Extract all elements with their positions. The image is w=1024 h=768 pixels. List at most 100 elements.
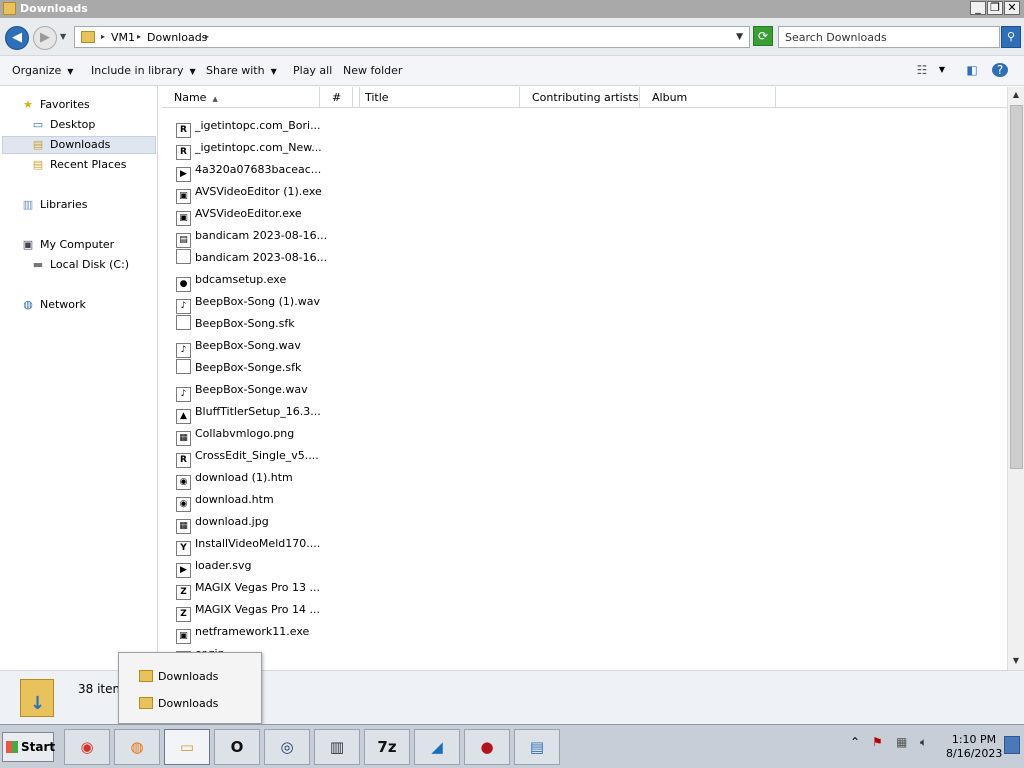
scroll-up-icon[interactable]: ▲: [1008, 87, 1024, 103]
play-all-button[interactable]: Play all: [293, 64, 332, 77]
search-input[interactable]: Search Downloads: [778, 26, 1000, 48]
column-contributing-artists[interactable]: Contributing artists: [520, 87, 640, 108]
refresh-button[interactable]: ⟳: [753, 26, 773, 46]
download-arrow-icon: ↓: [30, 693, 46, 714]
nav-local-disk[interactable]: ▬ Local Disk (C:): [30, 256, 129, 274]
zip-icon: Z: [176, 607, 191, 622]
file-row[interactable]: ♪ BeepBox-Song.wav: [176, 336, 326, 358]
column-album[interactable]: Album: [640, 87, 776, 108]
file-row[interactable]: Z MAGIX Vegas Pro 14 ...: [176, 600, 326, 622]
file-name: MAGIX Vegas Pro 14 ...: [195, 603, 320, 616]
search-icon[interactable]: ⚲: [1001, 26, 1021, 48]
vertical-scrollbar[interactable]: ▲ ▼: [1007, 87, 1024, 670]
popup-window-downloads[interactable]: Downloads: [139, 668, 218, 686]
breadcrumb-vm1[interactable]: VM1: [111, 31, 135, 44]
video-editor-icon[interactable]: ◢: [414, 729, 460, 765]
explorer-icon[interactable]: ▭: [164, 729, 210, 765]
file-row[interactable]: R _igetintopc.com_Bori...: [176, 116, 326, 138]
action-center-icon[interactable]: ⚑: [872, 735, 883, 749]
address-bar: ◀ ▶ ▼ ▸ VM1 ▸ Downloads ▸ ▼ ⟳ Search Dow…: [0, 18, 1024, 56]
forward-button[interactable]: ▶: [33, 26, 57, 50]
share-with-button[interactable]: Share with ▼: [206, 64, 277, 77]
chevron-down-icon[interactable]: ▼: [736, 32, 743, 42]
nav-network[interactable]: ◍ Network: [20, 296, 86, 314]
nav-recent-places[interactable]: ▤ Recent Places: [30, 156, 127, 174]
nav-libraries[interactable]: ▥ Libraries: [20, 196, 88, 214]
file-row[interactable]: bandicam 2023-08-16...: [176, 248, 327, 268]
file-row[interactable]: ♪ BeepBox-Songe.wav: [176, 380, 326, 402]
file-row[interactable]: ▦ Collabvmlogo.png: [176, 424, 326, 446]
disc-icon[interactable]: ◎: [264, 729, 310, 765]
7zip-icon[interactable]: 7z: [364, 729, 410, 765]
rar-icon: R: [176, 123, 191, 138]
back-button[interactable]: ◀: [5, 26, 29, 50]
file-row[interactable]: ♪ BeepBox-Song (1).wav: [176, 292, 326, 314]
nav-downloads[interactable]: ▤ Downloads: [30, 136, 111, 154]
file-name: _igetintopc.com_Bori...: [195, 119, 321, 132]
nav-desktop[interactable]: ▭ Desktop: [30, 116, 96, 134]
start-button[interactable]: Start: [2, 732, 55, 762]
file-row[interactable]: ▤ bandicam 2023-08-16...: [176, 226, 327, 248]
file-row[interactable]: ◉ download (1).htm: [176, 468, 326, 490]
firefox-icon[interactable]: ◍: [114, 729, 160, 765]
file-row[interactable]: ▣ AVSVideoEditor (1).exe: [176, 182, 326, 204]
file-name: CrossEdit_Single_v5....: [195, 449, 319, 462]
popup-window-downloads[interactable]: Downloads: [139, 695, 218, 713]
restore-button[interactable]: ❐: [987, 1, 1003, 15]
preview-pane-icon[interactable]: ◧: [964, 63, 980, 77]
column-name[interactable]: Name ▲: [162, 87, 320, 108]
file-row[interactable]: ▶ 4a320a07683baceac...: [176, 160, 326, 182]
office-icon[interactable]: O: [214, 729, 260, 765]
file-name: BeepBox-Songe.sfk: [195, 361, 302, 374]
close-button[interactable]: ✕: [1004, 1, 1020, 15]
file-row[interactable]: ▦ download.jpg: [176, 512, 326, 534]
file-row[interactable]: R _igetintopc.com_New...: [176, 138, 326, 160]
minimize-button[interactable]: _: [970, 1, 986, 15]
zip-icon: Z: [176, 585, 191, 600]
scroll-down-icon[interactable]: ▼: [1008, 653, 1024, 669]
recent-pages-dropdown[interactable]: ▼: [60, 32, 66, 41]
nav-my-computer[interactable]: ▣ My Computer: [20, 236, 114, 254]
file-row[interactable]: ▣ AVSVideoEditor.exe: [176, 204, 326, 226]
scroll-thumb[interactable]: [1010, 105, 1023, 469]
volume-icon[interactable]: 🔈︎: [920, 735, 927, 750]
file-name: MAGIX Vegas Pro 13 ...: [195, 581, 320, 594]
file-row[interactable]: ▲ BluffTitlerSetup_16.3...: [176, 402, 326, 424]
help-icon[interactable]: ?: [992, 63, 1008, 77]
include-in-library-button[interactable]: Include in library ▼: [91, 64, 196, 77]
installer-icon: ▣: [176, 189, 191, 204]
nav-favorites[interactable]: ★ Favorites: [20, 96, 90, 114]
organize-button[interactable]: Organize ▼: [12, 64, 73, 77]
file-row[interactable]: ▶ loader.svg: [176, 556, 326, 578]
file-row[interactable]: ▣ netframework11.exe: [176, 622, 326, 644]
chevron-right-icon[interactable]: ▸: [137, 32, 141, 41]
file-row[interactable]: R CrossEdit_Single_v5....: [176, 446, 326, 468]
taskbar-thumbnail-popup: Downloads Downloads: [118, 652, 262, 724]
breadcrumb-downloads[interactable]: Downloads: [147, 31, 207, 44]
clock[interactable]: 1:10 PM 8/16/2023: [946, 733, 1002, 761]
bandicam-icon[interactable]: ●: [464, 729, 510, 765]
file-row[interactable]: ◉ download.htm: [176, 490, 326, 512]
chevron-down-icon[interactable]: ▼: [934, 63, 950, 77]
show-desktop-button[interactable]: [1004, 736, 1020, 754]
file-row[interactable]: BeepBox-Songe.sfk: [176, 358, 326, 378]
chevron-right-icon[interactable]: ▸: [101, 32, 105, 41]
column-title[interactable]: Title: [352, 87, 520, 108]
installer-icon: ▣: [176, 211, 191, 226]
command-bar: Organize ▼ Include in library ▼ Share with…: [0, 56, 1024, 86]
chrome-icon[interactable]: ◉: [64, 729, 110, 765]
file-row[interactable]: BeepBox-Song.sfk: [176, 314, 326, 334]
taskbar: Start ◉ ◍ ▭ O ◎ ▥ 7z ◢ ● ▤ ⌃ ⚑ ▦ 🔈︎ 1:10 PM 8/16/…: [0, 724, 1024, 768]
control-panel-icon[interactable]: ▤: [514, 729, 560, 765]
network-tray-icon[interactable]: ▦: [896, 735, 907, 749]
file-name: Collabvmlogo.png: [195, 427, 295, 440]
new-folder-button[interactable]: New folder: [343, 64, 402, 77]
file-row[interactable]: ● bdcamsetup.exe: [176, 270, 326, 292]
film-icon[interactable]: ▥: [314, 729, 360, 765]
view-options-icon[interactable]: ☷: [914, 63, 930, 77]
file-row[interactable]: Y InstallVideoMeld170....: [176, 534, 326, 556]
chevron-right-icon[interactable]: ▸: [205, 32, 209, 41]
show-hidden-icons-icon[interactable]: ⌃: [850, 735, 860, 749]
file-row[interactable]: Z MAGIX Vegas Pro 13 ...: [176, 578, 326, 600]
breadcrumb[interactable]: ▸ VM1 ▸ Downloads ▸ ▼: [74, 26, 750, 48]
